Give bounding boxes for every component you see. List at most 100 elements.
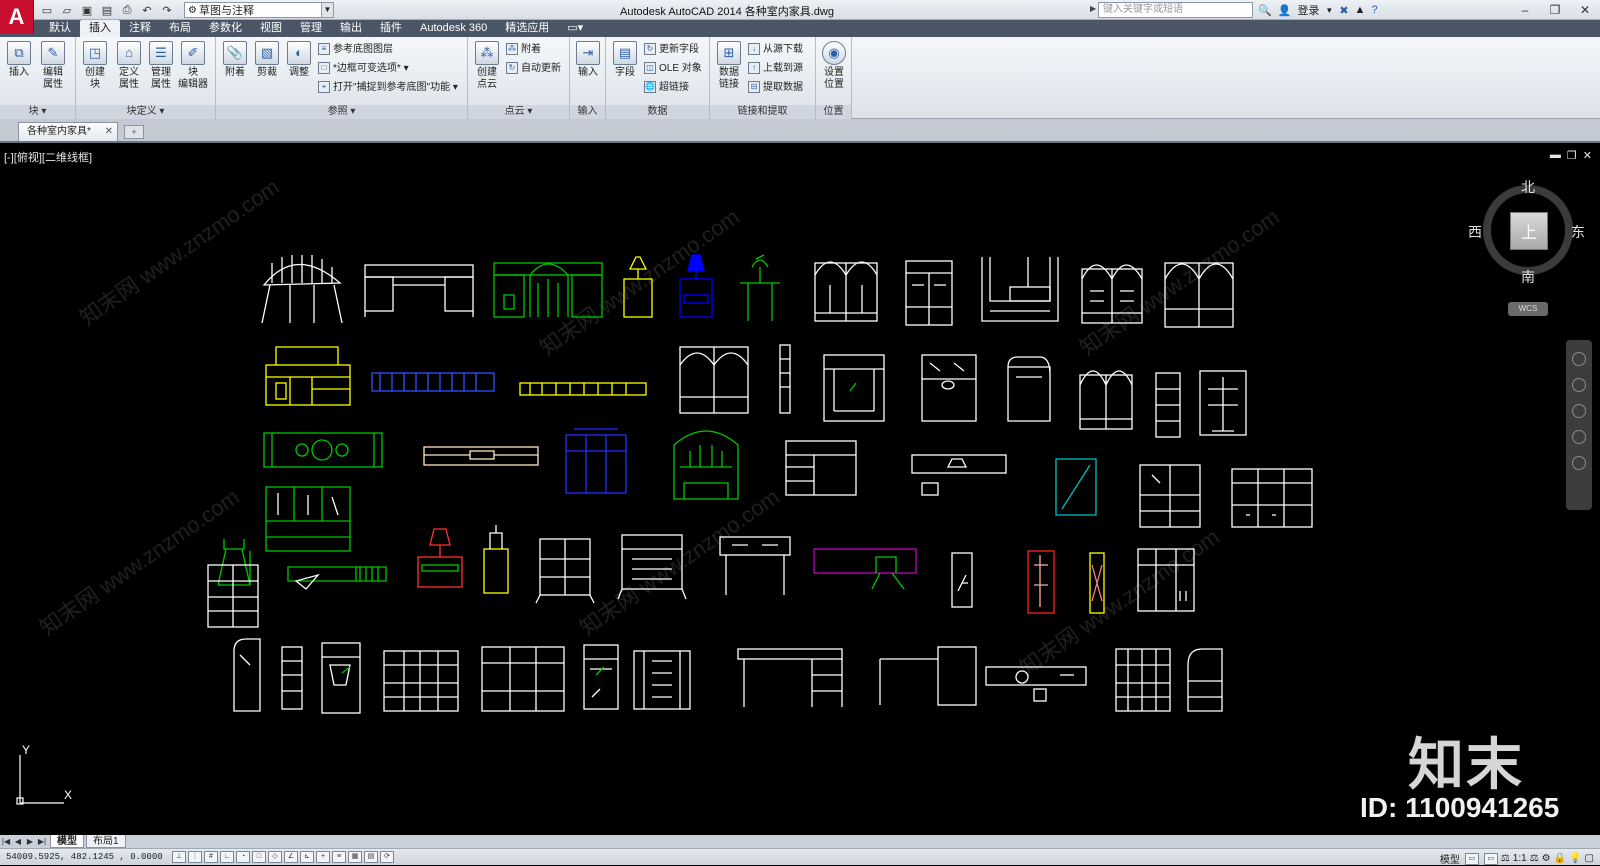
new-tab-button[interactable]: + bbox=[124, 125, 144, 139]
annotation-visibility-icon[interactable]: ⚖ bbox=[1530, 853, 1539, 864]
orbit-icon[interactable] bbox=[1572, 430, 1586, 444]
update-fields-button[interactable]: ↻ 更新字段 bbox=[644, 42, 699, 58]
compass-east[interactable]: 东 bbox=[1571, 222, 1585, 242]
close-tab-icon[interactable]: ✕ bbox=[105, 123, 113, 141]
edit-attribute-button[interactable]: ✎ 编辑 属性 bbox=[38, 41, 68, 91]
field-button[interactable]: ▤ 字段 bbox=[610, 41, 640, 79]
next-tab-icon[interactable]: ▶ bbox=[24, 837, 36, 846]
open-icon[interactable]: ▱ bbox=[58, 2, 76, 18]
underlay-layers-button[interactable]: ≡ 参考底图图层 bbox=[318, 42, 393, 58]
3d-osnap-toggle[interactable]: ◇ bbox=[268, 851, 282, 863]
upload-to-source-button[interactable]: ↑ 上载到源 bbox=[748, 61, 803, 77]
infer-constraints-toggle[interactable]: ⊥ bbox=[172, 851, 186, 863]
minimize-button[interactable]: – bbox=[1510, 0, 1540, 20]
saveas-icon[interactable]: ▤ bbox=[98, 2, 116, 18]
login-link[interactable]: 登录 bbox=[1297, 2, 1319, 18]
selection-cycling-toggle[interactable]: ⟳ bbox=[380, 851, 394, 863]
viewcube-top-face[interactable]: 上 bbox=[1510, 212, 1548, 250]
exchange-icon[interactable]: ✖ bbox=[1339, 4, 1348, 17]
lock-icon[interactable]: 🔒 bbox=[1554, 853, 1566, 864]
save-icon[interactable]: ▣ bbox=[78, 2, 96, 18]
close-button[interactable]: ✕ bbox=[1570, 0, 1600, 20]
tab-plugins[interactable]: 插件 bbox=[371, 20, 411, 37]
ribbon-options-icon[interactable]: ▭▾ bbox=[558, 20, 592, 37]
binoculars-icon[interactable]: 🔍 bbox=[1258, 4, 1272, 17]
create-block-button[interactable]: ◳ 创建块 bbox=[80, 41, 110, 91]
first-tab-icon[interactable]: |◀ bbox=[0, 837, 12, 846]
tab-layout[interactable]: 布局 bbox=[160, 20, 200, 37]
lineweight-toggle[interactable]: ≡ bbox=[332, 851, 346, 863]
pointcloud-attach-button[interactable]: ⁂ 附着 bbox=[506, 42, 541, 58]
undo-icon[interactable]: ↶ bbox=[138, 2, 156, 18]
polar-tracking-toggle[interactable]: ◔ bbox=[236, 851, 250, 863]
dynamic-ucs-toggle[interactable]: ⊾ bbox=[300, 851, 314, 863]
drawing-area[interactable]: 知末网 www.znzmo.com 知末网 www.znzmo.com 知末网 … bbox=[0, 145, 1600, 835]
chevron-down-icon[interactable]: ▼ bbox=[1325, 6, 1333, 15]
tab-insert[interactable]: 插入 bbox=[80, 20, 120, 37]
showmotion-icon[interactable] bbox=[1572, 456, 1586, 470]
tab-annotate[interactable]: 注释 bbox=[120, 20, 160, 37]
zoom-icon[interactable] bbox=[1572, 404, 1586, 418]
clean-screen-icon[interactable]: ▢ bbox=[1585, 853, 1594, 864]
prev-tab-icon[interactable]: ◀ bbox=[12, 837, 24, 846]
search-input[interactable]: 键入关键字或短语 bbox=[1098, 2, 1253, 18]
cad-drawing[interactable] bbox=[0, 145, 1600, 835]
create-point-cloud-button[interactable]: ⁂ 创建 点云 bbox=[472, 41, 502, 91]
tab-output[interactable]: 输出 bbox=[331, 20, 371, 37]
file-tab-active[interactable]: 各种室内家具* ✕ bbox=[18, 122, 118, 141]
hyperlink-button[interactable]: 🌐 超链接 bbox=[644, 80, 689, 96]
extract-data-button[interactable]: ⊟ 提取数据 bbox=[748, 80, 803, 96]
workspace-select[interactable]: ⚙ 草图与注释 ▼ bbox=[184, 2, 334, 18]
data-link-button[interactable]: ⊞ 数据 链接 bbox=[714, 41, 744, 91]
viewport-minimize-button[interactable]: ▬ bbox=[1550, 149, 1561, 162]
quick-properties-toggle[interactable]: ▤ bbox=[364, 851, 378, 863]
compass-north[interactable]: 北 bbox=[1521, 177, 1535, 197]
panel-title-block-definition[interactable]: 块定义 ▾ bbox=[76, 105, 215, 119]
help-icon[interactable]: ? bbox=[1371, 4, 1377, 16]
grid-display-toggle[interactable]: # bbox=[204, 851, 218, 863]
snap-mode-toggle[interactable]: ⋮ bbox=[188, 851, 202, 863]
coordinate-readout[interactable]: 54009.5925, 482.1245 , 0.0000 bbox=[0, 852, 170, 862]
steeringwheel-icon[interactable] bbox=[1572, 352, 1586, 366]
restore-button[interactable]: ❐ bbox=[1540, 0, 1570, 20]
frames-dropdown[interactable]: □ *边框可变选项* ▾ bbox=[318, 61, 409, 77]
tab-autodesk-360[interactable]: Autodesk 360 bbox=[411, 20, 496, 37]
define-attribute-button[interactable]: ⌂ 定义 属性 bbox=[114, 41, 144, 91]
panel-title-reference[interactable]: 参照 ▾ bbox=[216, 105, 467, 119]
application-menu-button[interactable]: A bbox=[0, 0, 34, 34]
tab-default[interactable]: 默认 bbox=[40, 20, 80, 37]
clip-button[interactable]: ▧ 剪裁 bbox=[252, 41, 282, 79]
insert-block-button[interactable]: ⧉ 插入 bbox=[4, 41, 34, 79]
block-editor-button[interactable]: ✐ 块编辑器 bbox=[178, 41, 208, 91]
tab-manage[interactable]: 管理 bbox=[291, 20, 331, 37]
annotation-scale-value[interactable]: 1:1 bbox=[1513, 853, 1527, 864]
stay-connected-icon[interactable]: ▲ bbox=[1355, 4, 1366, 16]
pan-icon[interactable] bbox=[1572, 378, 1586, 392]
tab-view[interactable]: 视图 bbox=[251, 20, 291, 37]
wcs-menu[interactable]: WCS bbox=[1508, 302, 1548, 316]
manage-attributes-button[interactable]: ☰ 管理 属性 bbox=[146, 41, 176, 91]
last-tab-icon[interactable]: ▶| bbox=[36, 837, 48, 846]
snap-to-underlay-button[interactable]: ⌖ 打开"捕捉到参考底图"功能 ▾ bbox=[318, 80, 458, 96]
viewport-label[interactable]: [-][俯视][二维线框] bbox=[4, 149, 92, 165]
dynamic-input-toggle[interactable]: + bbox=[316, 851, 330, 863]
viewport-restore-button[interactable]: ❐ bbox=[1567, 149, 1577, 162]
viewcube[interactable]: 上 北 南 西 东 bbox=[1468, 177, 1585, 285]
auto-update-button[interactable]: ↻ 自动更新 bbox=[506, 61, 561, 77]
compass-west[interactable]: 西 bbox=[1468, 222, 1482, 242]
new-icon[interactable]: ▭ bbox=[38, 2, 56, 18]
redo-icon[interactable]: ↷ bbox=[158, 2, 176, 18]
workspace-switch-icon[interactable]: ⚙ bbox=[1542, 853, 1551, 864]
tab-featured-apps[interactable]: 精选应用 bbox=[496, 20, 558, 37]
quick-view-layouts-icon[interactable]: ▭ bbox=[1464, 852, 1479, 865]
viewport-close-button[interactable]: ✕ bbox=[1583, 149, 1592, 162]
compass-south[interactable]: 南 bbox=[1521, 267, 1535, 287]
annotation-scale-icon[interactable]: ⚖ bbox=[1501, 853, 1510, 864]
adjust-button[interactable]: ◐ 调整 bbox=[284, 41, 314, 79]
object-snap-tracking-toggle[interactable]: ∠ bbox=[284, 851, 298, 863]
tab-model[interactable]: 模型 bbox=[50, 835, 84, 848]
panel-title-point-cloud[interactable]: 点云 ▾ bbox=[468, 105, 569, 119]
isolate-objects-icon[interactable]: 💡 bbox=[1569, 853, 1581, 864]
print-icon[interactable]: ⎙ bbox=[118, 2, 136, 18]
panel-title-block[interactable]: 块 ▾ bbox=[0, 105, 75, 119]
